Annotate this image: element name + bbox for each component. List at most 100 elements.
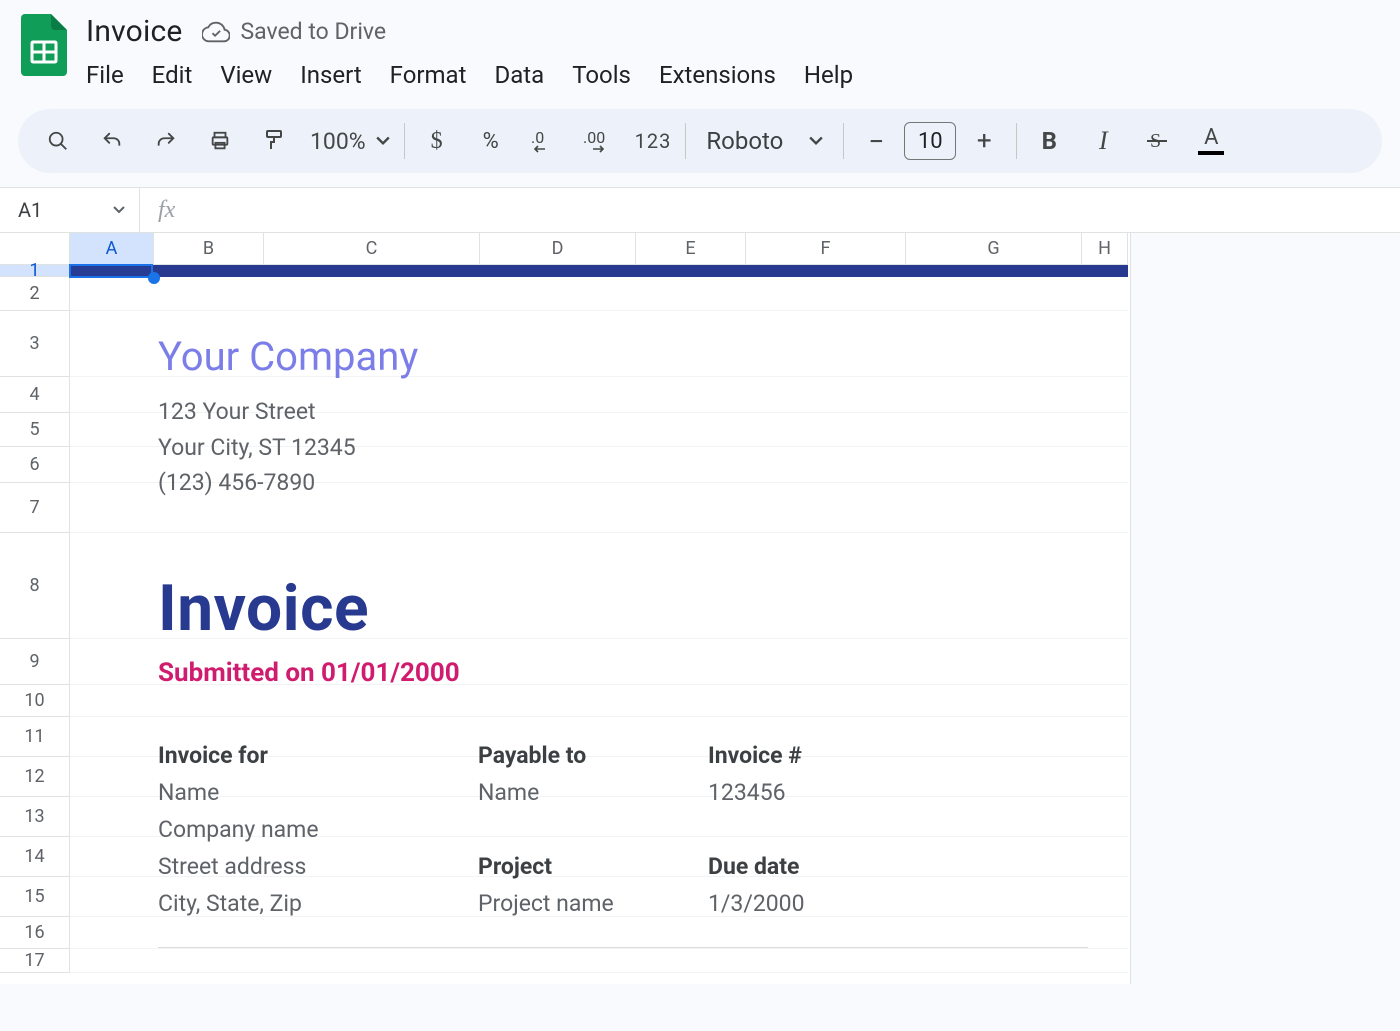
heading-invoice-for[interactable]: Invoice for [158, 742, 478, 769]
menu-tools[interactable]: Tools [572, 61, 631, 89]
row-header-4[interactable]: 4 [0, 377, 70, 413]
invoice-for-company[interactable]: Company name [158, 816, 478, 843]
heading-due-date[interactable]: Due date [708, 853, 968, 880]
submitted-date[interactable]: Submitted on 01/01/2000 [158, 658, 1128, 688]
percent-button[interactable]: % [473, 121, 509, 161]
toolbar: 100% $ % .0 .00 123 Roboto − 10 + B I S … [18, 109, 1382, 173]
selection-fill-handle[interactable] [148, 272, 160, 284]
menu-help[interactable]: Help [804, 61, 853, 89]
menu-bar: File Edit View Insert Format Data Tools … [86, 49, 853, 103]
zoom-value: 100% [310, 128, 366, 155]
header-bar [70, 265, 1128, 277]
font-selector[interactable]: Roboto [700, 127, 829, 155]
row-header-7[interactable]: 7 [0, 483, 70, 533]
increase-font-size-button[interactable]: + [966, 121, 1002, 161]
invoice-title[interactable]: Invoice [158, 571, 1128, 646]
row-header-13[interactable]: 13 [0, 797, 70, 837]
strikethrough-button[interactable]: S [1139, 121, 1175, 161]
row-header-12[interactable]: 12 [0, 757, 70, 797]
row-header-11[interactable]: 11 [0, 717, 70, 757]
menu-format[interactable]: Format [390, 61, 467, 89]
column-header-E[interactable]: E [636, 233, 746, 265]
number-format-button[interactable]: 123 [635, 121, 672, 161]
column-header-F[interactable]: F [746, 233, 906, 265]
invoice-for-name[interactable]: Name [158, 779, 478, 806]
sheets-logo-icon[interactable] [18, 10, 70, 80]
menu-data[interactable]: Data [494, 61, 544, 89]
chevron-down-icon [376, 136, 390, 146]
row-header-15[interactable]: 15 [0, 877, 70, 917]
font-name-value: Roboto [706, 127, 783, 155]
row-header-5[interactable]: 5 [0, 413, 70, 447]
redo-button[interactable] [148, 121, 184, 161]
italic-button[interactable]: I [1085, 121, 1121, 161]
name-box[interactable]: A1 [0, 188, 140, 232]
text-color-button[interactable]: A [1193, 121, 1229, 161]
payable-to-name[interactable]: Name [478, 779, 708, 806]
svg-text:.00: .00 [583, 129, 605, 147]
row-header-6[interactable]: 6 [0, 447, 70, 483]
decrease-font-size-button[interactable]: − [858, 121, 894, 161]
project-name[interactable]: Project name [478, 890, 708, 917]
decrease-decimal-button[interactable]: .0 [527, 121, 563, 161]
formula-input[interactable] [175, 188, 1400, 232]
column-header-D[interactable]: D [480, 233, 636, 265]
column-header-B[interactable]: B [154, 233, 264, 265]
company-name[interactable]: Your Company [158, 333, 1128, 380]
column-header-C[interactable]: C [264, 233, 480, 265]
company-street[interactable]: 123 Your Street [158, 394, 1128, 430]
row-header-17[interactable]: 17 [0, 949, 70, 973]
fx-label: fx [140, 197, 175, 224]
row-header-2[interactable]: 2 [0, 277, 70, 311]
print-button[interactable] [202, 121, 238, 161]
due-date[interactable]: 1/3/2000 [708, 890, 968, 917]
save-status-text: Saved to Drive [240, 18, 386, 45]
document-title[interactable]: Invoice [86, 14, 182, 49]
row-headers: 1234567891011121314151617 [0, 265, 70, 984]
paint-format-button[interactable] [256, 121, 292, 161]
divider [158, 947, 1088, 948]
zoom-selector[interactable]: 100% [310, 128, 390, 155]
invoice-number[interactable]: 123456 [708, 779, 968, 806]
right-gutter [1130, 233, 1400, 984]
text-color-swatch [1198, 151, 1224, 155]
invoice-for-city[interactable]: City, State, Zip [158, 890, 478, 917]
menu-insert[interactable]: Insert [300, 61, 361, 89]
search-icon[interactable] [40, 121, 76, 161]
heading-payable-to[interactable]: Payable to [478, 742, 708, 769]
menu-view[interactable]: View [220, 61, 272, 89]
app-header: Invoice Saved to Drive File Edit View In… [0, 0, 1400, 103]
name-box-value: A1 [18, 198, 42, 222]
row-header-16[interactable]: 16 [0, 917, 70, 949]
column-header-G[interactable]: G [906, 233, 1082, 265]
sheet-content[interactable]: Your Company 123 Your Street Your City, … [70, 265, 1128, 948]
company-phone[interactable]: (123) 456-7890 [158, 465, 1128, 501]
font-size-input[interactable]: 10 [904, 122, 956, 160]
cell-selection [69, 264, 153, 278]
spreadsheet-grid: ABCDEFGH 1234567891011121314151617 Your … [0, 233, 1400, 984]
cloud-saved-icon [202, 19, 230, 45]
menu-file[interactable]: File [86, 61, 124, 89]
heading-invoice-number[interactable]: Invoice # [708, 742, 968, 769]
heading-project[interactable]: Project [478, 853, 708, 880]
column-headers: ABCDEFGH [70, 233, 1128, 265]
chevron-down-icon [113, 206, 125, 214]
menu-edit[interactable]: Edit [152, 61, 193, 89]
column-header-A[interactable]: A [70, 233, 154, 265]
row-header-8[interactable]: 8 [0, 533, 70, 639]
save-status[interactable]: Saved to Drive [202, 18, 386, 45]
column-header-H[interactable]: H [1082, 233, 1128, 265]
row-header-9[interactable]: 9 [0, 639, 70, 685]
currency-button[interactable]: $ [419, 121, 455, 161]
svg-text:.0: .0 [531, 129, 544, 147]
increase-decimal-button[interactable]: .00 [581, 121, 617, 161]
row-header-10[interactable]: 10 [0, 685, 70, 717]
row-header-14[interactable]: 14 [0, 837, 70, 877]
company-city[interactable]: Your City, ST 12345 [158, 430, 1128, 466]
undo-button[interactable] [94, 121, 130, 161]
invoice-for-street[interactable]: Street address [158, 853, 478, 880]
row-header-1[interactable]: 1 [0, 265, 70, 277]
bold-button[interactable]: B [1031, 121, 1067, 161]
menu-extensions[interactable]: Extensions [659, 61, 776, 89]
row-header-3[interactable]: 3 [0, 311, 70, 377]
